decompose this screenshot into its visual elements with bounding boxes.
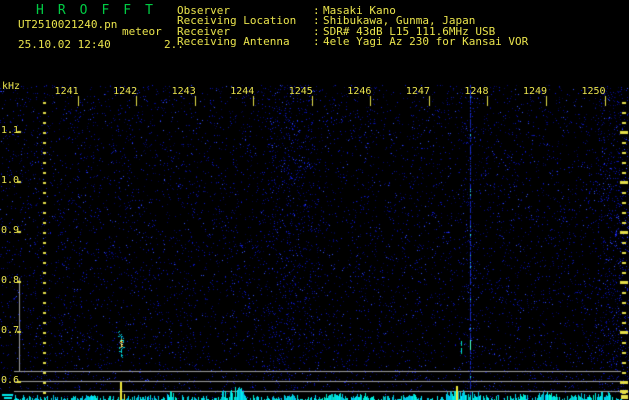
datetime-label: 25.10.02 12:40 xyxy=(18,38,111,51)
time-tick-label: 1242 xyxy=(113,86,138,97)
freq-tick-label: 0.8 xyxy=(1,275,20,286)
info-value-antenna: 4ele Yagi Az 230 for Kansai VOR xyxy=(323,35,529,48)
time-tick-label: 1247 xyxy=(405,86,430,97)
time-tick-label: 1245 xyxy=(288,86,313,97)
app-title: HROFFT xyxy=(36,3,167,18)
mode-label: meteor xyxy=(122,25,162,38)
info-separator: : xyxy=(313,35,320,48)
time-tick-label: 1246 xyxy=(347,86,372,97)
time-tick-label: 1250 xyxy=(581,86,606,97)
time-tick-label: 1244 xyxy=(230,86,255,97)
freq-tick-label: 0.6 xyxy=(1,375,20,386)
time-tick-label: 1248 xyxy=(464,86,489,97)
freq-tick-label: 1.1 xyxy=(1,125,20,136)
freq-tick-label: 0.9 xyxy=(1,225,20,236)
time-tick-label: 1249 xyxy=(522,86,548,97)
y-axis-unit-label: kHz xyxy=(2,81,21,92)
spectrogram-canvas xyxy=(0,0,629,400)
freq-tick-label: 0.7 xyxy=(1,325,20,336)
time-tick-label: 1241 xyxy=(54,86,79,97)
freq-tick-label: 1.0 xyxy=(1,175,20,186)
info-label-antenna: Receiving Antenna xyxy=(177,35,290,48)
filename-label: UT2510021240.pn xyxy=(18,18,118,31)
time-tick-label: 1243 xyxy=(171,86,196,97)
hrofft-window: HROFFT UT2510021240.pn meteor 25.10.02 1… xyxy=(0,0,629,400)
